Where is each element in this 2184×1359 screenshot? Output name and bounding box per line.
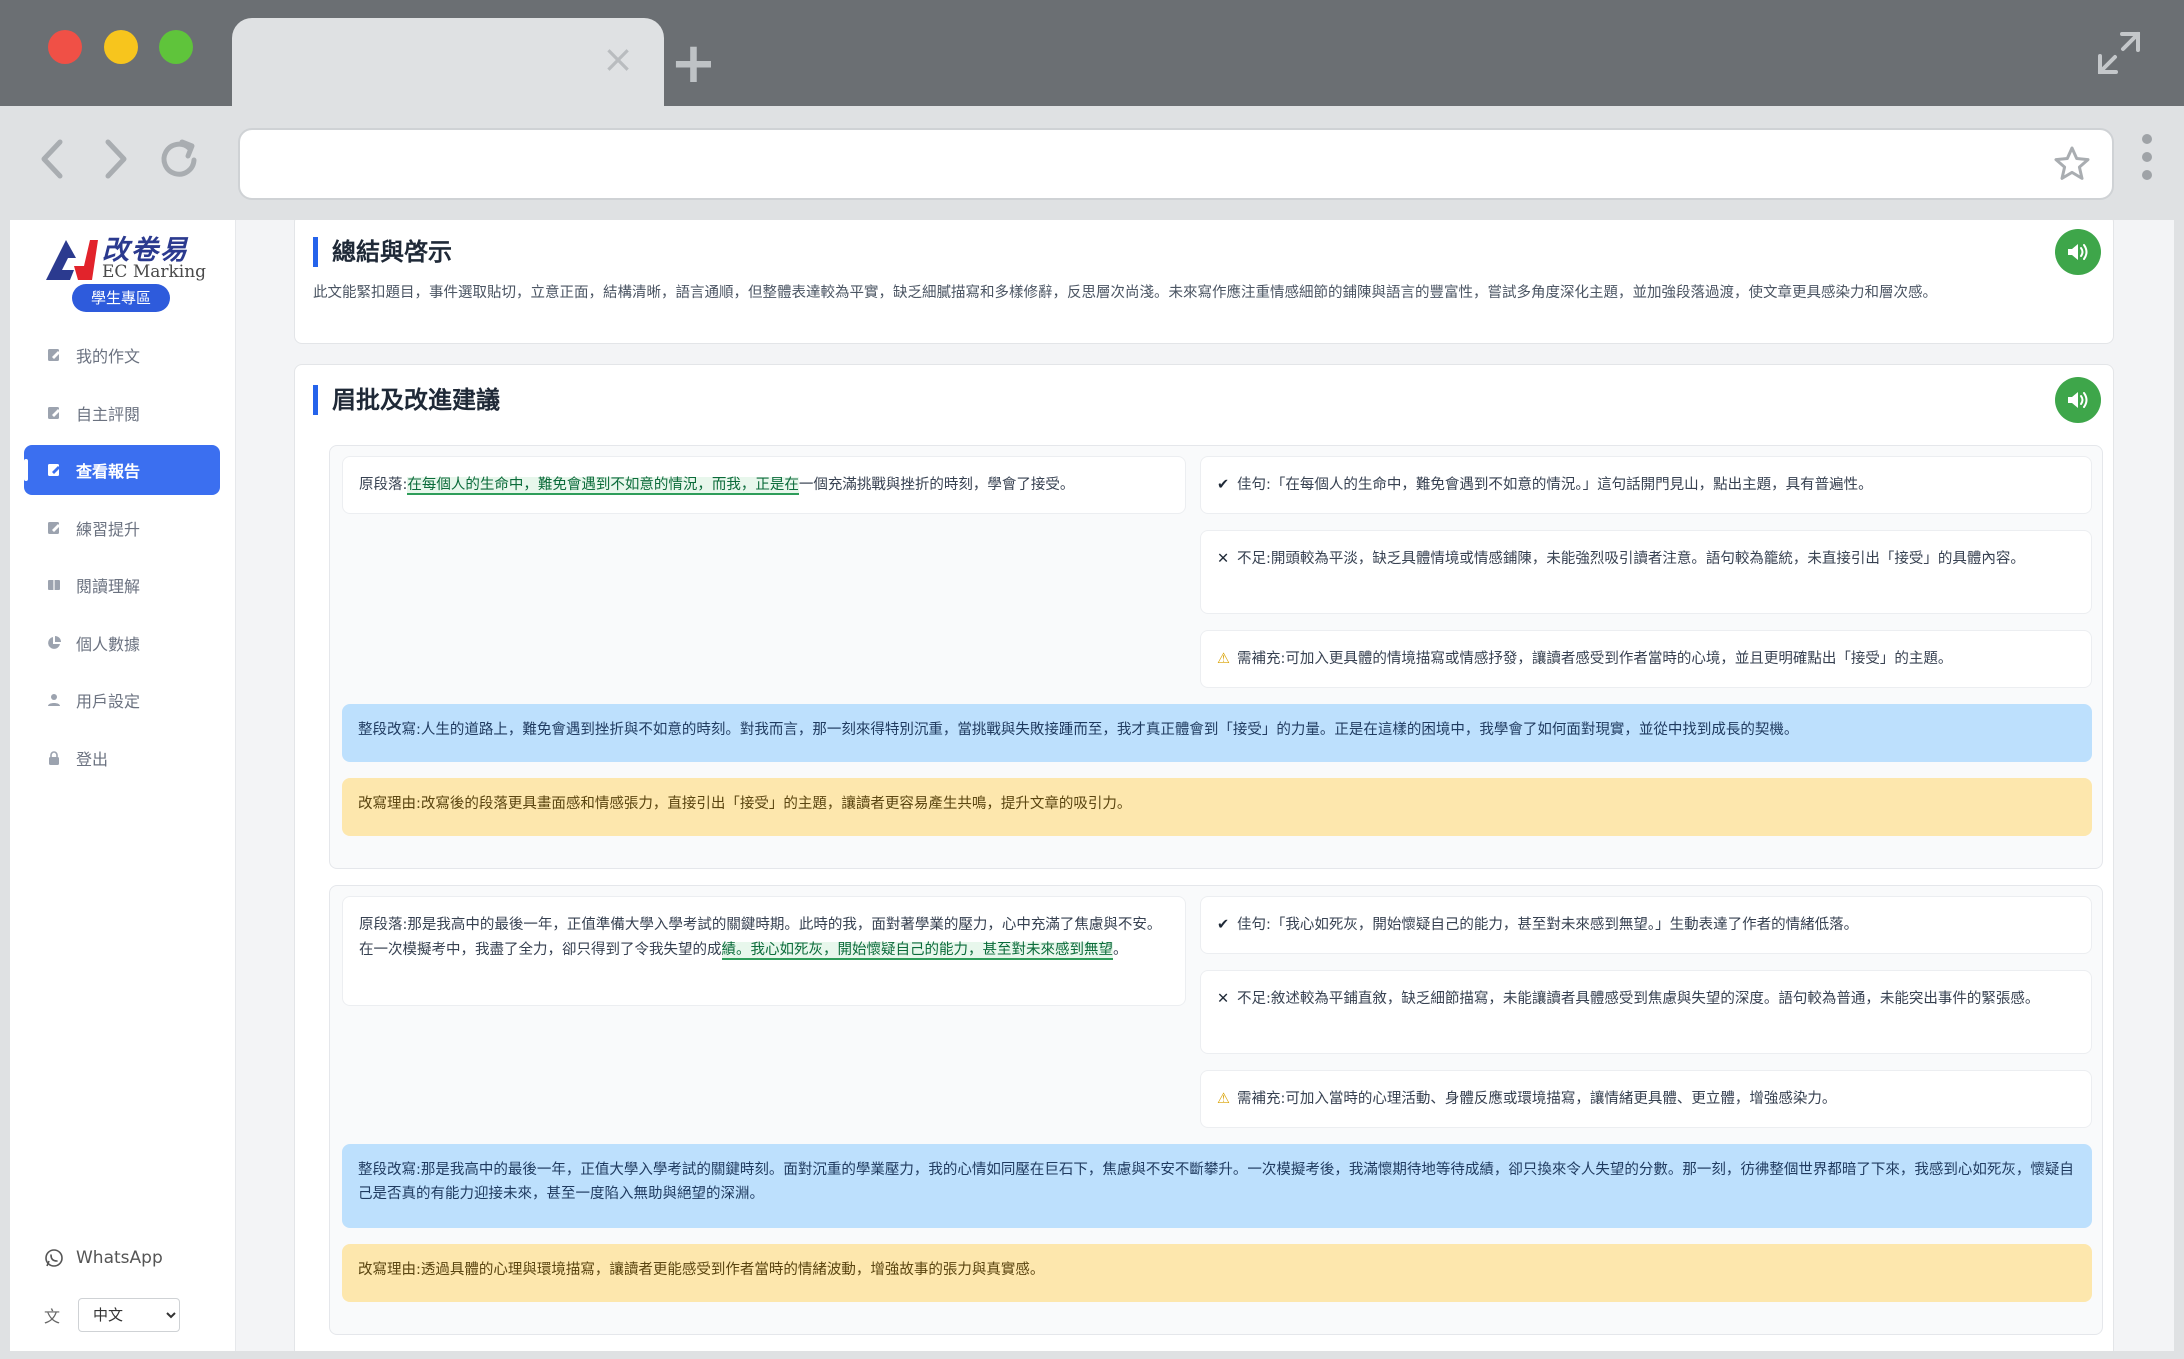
edit-icon: [48, 406, 60, 419]
forward-icon[interactable]: [92, 136, 138, 182]
feedback-bad: ✕ 不足:敘述較為平鋪直敘，缺乏細節描寫，未能讓讀者具體感受到焦慮與失望的深度。語…: [1200, 970, 2092, 1054]
sidebar-item-practice[interactable]: 練習提升: [24, 503, 220, 553]
comments-title: 眉批及改進建議: [313, 385, 500, 415]
summary-title: 總結與啓示: [313, 237, 452, 267]
translate-icon: 文: [44, 1307, 61, 1326]
check-icon: ✔: [1217, 477, 1230, 493]
back-icon[interactable]: [30, 136, 76, 182]
edit-icon: [48, 349, 60, 361]
browser-toolbar: [0, 106, 2184, 220]
sidebar-item-logout[interactable]: 登出: [24, 733, 220, 783]
sidebar-item-user-settings[interactable]: 用戶設定: [24, 675, 220, 725]
feedback-need-text: 需補充:可加入當時的心理活動、身體反應或環境描寫，讓情緒更具體、更立體，增強感染…: [1237, 1091, 1837, 1107]
window-frame-left: [0, 220, 10, 1359]
logo-english-text: EC Marking: [102, 262, 207, 282]
sidebar: 改卷易 EC Marking 學生專區 我的作文 自主評閱 查看報告 練習提升 …: [10, 220, 236, 1351]
sidebar-item-label: 閱讀理解: [76, 577, 141, 596]
summary-speaker-button[interactable]: [2055, 229, 2101, 275]
cross-icon: ✕: [1217, 551, 1230, 567]
comment-block: 原段落:那是我高中的最後一年，正值準備大學入學考試的關鍵時期。此時的我，面對著學…: [329, 885, 2103, 1335]
address-bar[interactable]: [238, 128, 2114, 200]
sidebar-item-my-essays[interactable]: 我的作文: [24, 330, 220, 380]
sidebar-item-label: 查看報告: [76, 462, 141, 481]
sidebar-item-self-review[interactable]: 自主評閱: [24, 388, 220, 438]
edit-icon: [48, 521, 60, 534]
speaker-icon: [2068, 392, 2088, 408]
cross-icon: ✕: [1217, 991, 1230, 1007]
original-paragraph: 原段落:在每個人的生命中，難免會遇到不如意的情況，而我，正是在一個充滿挑戰與挫折…: [342, 456, 1186, 514]
lock-icon: [49, 750, 59, 765]
new-tab-button[interactable]: +: [670, 36, 717, 92]
original-rest: 一個充滿挑戰與挫折的時刻，學會了接受。: [798, 477, 1075, 493]
window-frame-bottom: [0, 1351, 2184, 1359]
book-icon: [48, 580, 60, 590]
feedback-bad: ✕ 不足:開頭較為平淡，缺乏具體情境或情感鋪陳，未能強烈吸引讀者注意。語句較為籠統…: [1200, 530, 2092, 614]
speaker-icon: [2068, 244, 2088, 260]
sidebar-item-label: 練習提升: [76, 519, 141, 539]
logo[interactable]: 改卷易 EC Marking 學生專區: [44, 228, 214, 316]
sidebar-item-personal-data[interactable]: 個人數據: [24, 618, 220, 668]
whatsapp-icon: [45, 1249, 63, 1267]
feedback-good: ✔ 佳句:「在每個人的生命中，難免會遇到不如意的情況。」這句話開門見山，點出主題，…: [1200, 456, 2092, 514]
fullscreen-icon[interactable]: [2096, 30, 2142, 76]
browser-titlebar: × +: [0, 0, 2184, 106]
whatsapp-link[interactable]: WhatsApp: [44, 1248, 163, 1268]
pie-chart-icon: [48, 635, 61, 649]
rewrite-reason: 改寫理由:透過具體的心理與環境描寫，讓讀者更能感受到作者當時的情緒波動，增強故事…: [342, 1244, 2092, 1302]
summary-text: 此文能緊扣題目，事件選取貼切，立意正面，結構清晰，語言通順，但整體表達較為平實，…: [313, 285, 1937, 301]
sidebar-item-label: 個人數據: [76, 634, 141, 654]
browser-menu-icon[interactable]: [2142, 134, 2154, 184]
feedback-bad-text: 不足:開頭較為平淡，缺乏具體情境或情感鋪陳，未能強烈吸引讀者注意。語句較為籠統，…: [1237, 551, 2025, 567]
original-prefix: 原段落:: [359, 917, 408, 933]
highlighted-sentence[interactable]: 在每個人的生命中，難免會遇到不如意的情況，而我，正是在: [407, 477, 799, 495]
feedback-good-text: 佳句:「在每個人的生命中，難免會遇到不如意的情況。」這句話開門見山，點出主題，具…: [1237, 477, 1873, 493]
rewrite-paragraph: 整段改寫:那是我高中的最後一年，正值大學入學考試的關鍵時刻。面對沉重的學業壓力，…: [342, 1144, 2092, 1228]
main-content: 總結與啓示 此文能緊扣題目，事件選取貼切，立意正面，結構清晰，語言通順，但整體表…: [236, 220, 2174, 1351]
highlighted-sentence[interactable]: 績。我心如死灰，開始懷疑自己的能力，甚至對未來感到無望: [721, 942, 1113, 960]
feedback-need: ⚠ 需補充:可加入更具體的情境描寫或情感抒發，讓讀者感受到作者當時的心境，並且更明…: [1200, 630, 2092, 688]
sidebar-menu: 我的作文 自主評閱 查看報告 練習提升 閱讀理解 個人數據 用戶設定 登出: [24, 330, 220, 790]
sidebar-item-label: 我的作文: [76, 347, 141, 366]
original-paragraph: 原段落:那是我高中的最後一年，正值準備大學入學考試的關鍵時期。此時的我，面對著學…: [342, 896, 1186, 1006]
comments-card: 眉批及改進建議 原段落:在每個人的生命中，難免會遇到不如意的情況，而我，正是在一…: [294, 364, 2114, 1351]
original-prefix: 原段落:: [359, 477, 408, 493]
comment-block: 原段落:在每個人的生命中，難免會遇到不如意的情況，而我，正是在一個充滿挑戰與挫折…: [329, 445, 2103, 869]
comments-speaker-button[interactable]: [2055, 377, 2101, 423]
close-window-button[interactable]: [48, 30, 82, 64]
maximize-window-button[interactable]: [159, 30, 193, 64]
sidebar-item-label: 自主評閱: [76, 404, 141, 424]
original-rest: 。: [1113, 942, 1128, 958]
feedback-bad-text: 不足:敘述較為平鋪直敘，缺乏細節描寫，未能讓讀者具體感受到焦慮與失望的深度。語句…: [1237, 991, 2040, 1007]
student-zone-badge: 學生專區: [72, 284, 170, 312]
check-icon: ✔: [1217, 917, 1230, 933]
minimize-window-button[interactable]: [104, 30, 138, 64]
feedback-need-text: 需補充:可加入更具體的情境描寫或情感抒發，讓讀者感受到作者當時的心境，並且更明確…: [1237, 651, 1953, 667]
rewrite-reason: 改寫理由:改寫後的段落更具畫面感和情感張力，直接引出「接受」的主題，讓讀者更容易…: [342, 778, 2092, 836]
sidebar-item-label: 用戶設定: [76, 692, 141, 711]
user-icon: [48, 694, 60, 706]
language-select[interactable]: 中文: [78, 1298, 181, 1332]
feedback-good-text: 佳句:「我心如死灰，開始懷疑自己的能力，甚至對未來感到無望。」生動表達了作者的情…: [1237, 917, 1859, 933]
window-frame-right: [2174, 220, 2184, 1359]
sidebar-item-reading[interactable]: 閱讀理解: [24, 560, 220, 610]
warning-icon: ⚠: [1217, 651, 1230, 667]
browser-tab[interactable]: ×: [232, 18, 664, 106]
whatsapp-label: WhatsApp: [76, 1248, 163, 1268]
edit-icon: [48, 464, 60, 476]
sidebar-item-label: 登出: [76, 749, 109, 769]
feedback-need: ⚠ 需補充:可加入當時的心理活動、身體反應或環境描寫，讓情緒更具體、更立體，增強感…: [1200, 1070, 2092, 1128]
language-switcher: 文 中文: [44, 1298, 181, 1332]
sidebar-item-view-report[interactable]: 查看報告: [24, 445, 220, 495]
warning-icon: ⚠: [1217, 1091, 1230, 1107]
tab-close-icon[interactable]: ×: [602, 40, 634, 78]
rewrite-paragraph: 整段改寫:人生的道路上，難免會遇到挫折與不如意的時刻。對我而言，那一刻來得特別沉…: [342, 704, 2092, 762]
bookmark-star-icon[interactable]: [2052, 144, 2092, 184]
summary-card: 總結與啓示 此文能緊扣題目，事件選取貼切，立意正面，結構清晰，語言通順，但整體表…: [294, 220, 2114, 344]
logo-mark-icon: [46, 240, 98, 280]
reload-icon[interactable]: [156, 136, 202, 182]
feedback-good: ✔ 佳句:「我心如死灰，開始懷疑自己的能力，甚至對未來感到無望。」生動表達了作者的…: [1200, 896, 2092, 954]
